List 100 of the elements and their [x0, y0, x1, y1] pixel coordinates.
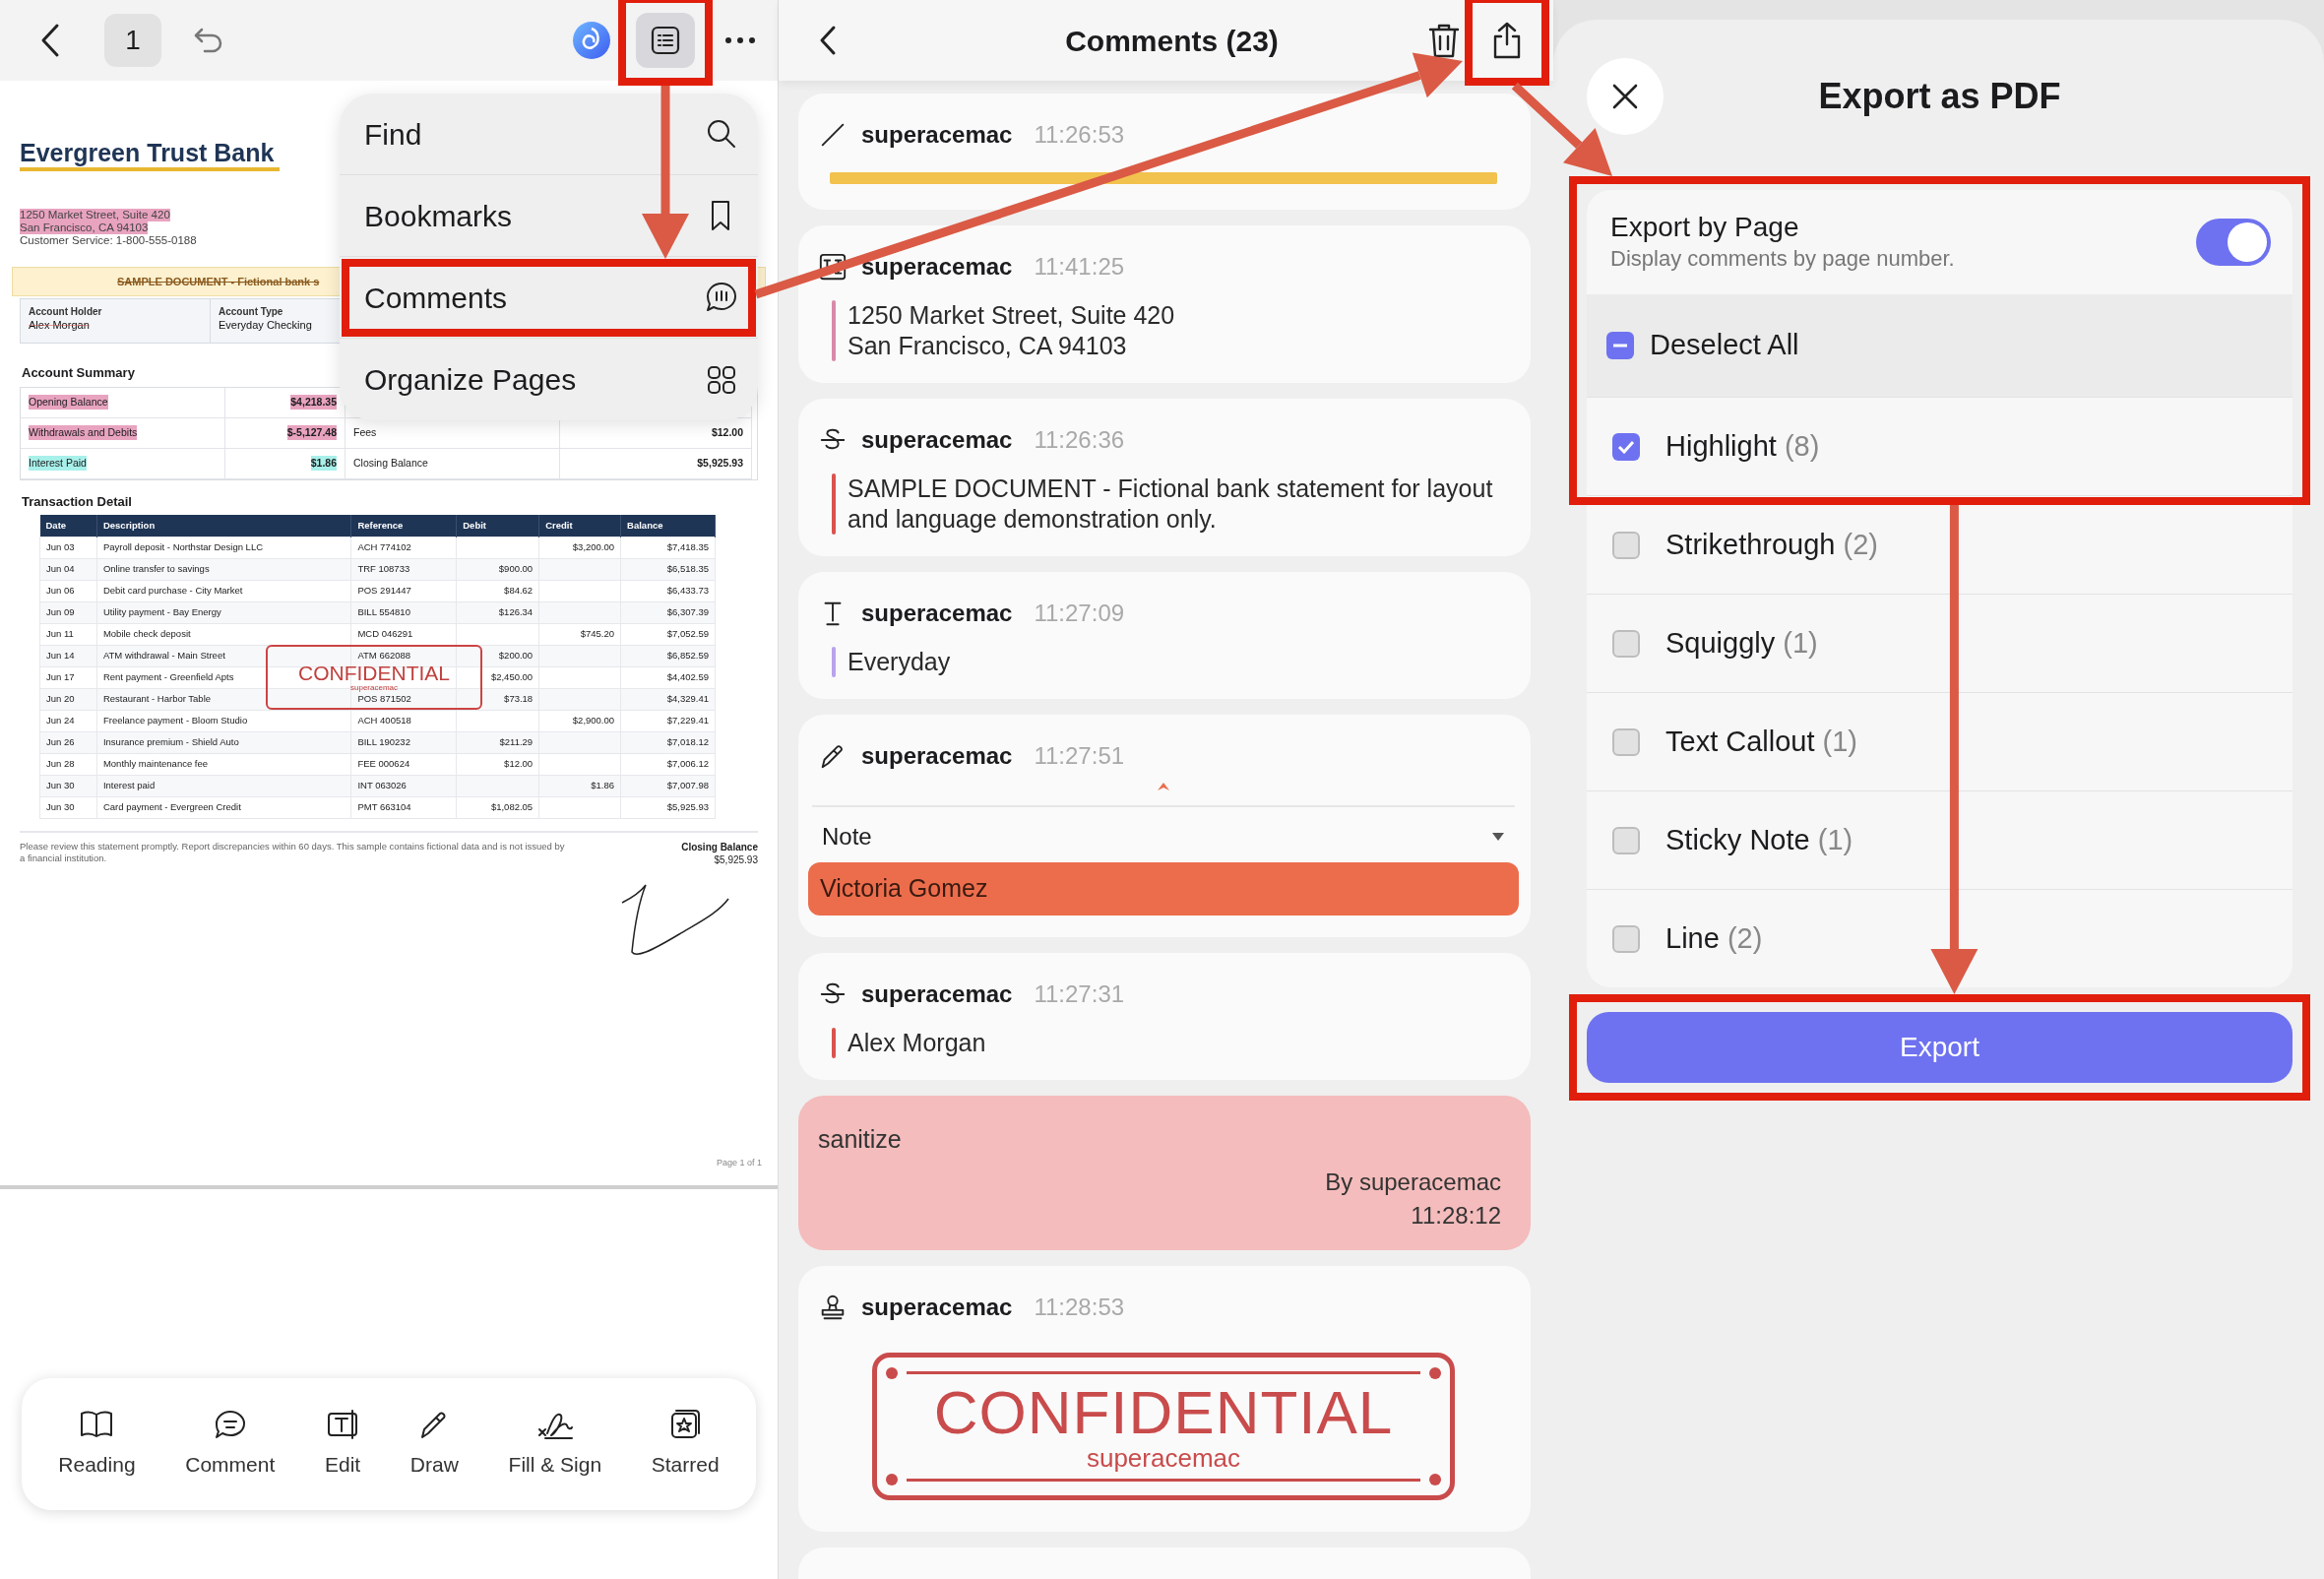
comment-time: 11:27:51 — [1034, 741, 1125, 771]
undo-icon — [193, 26, 224, 55]
comment-card[interactable]: sanitize By superacemac 11:28:12 — [798, 1095, 1531, 1250]
table-cell: Jun 24 — [39, 710, 97, 731]
table-cell: Insurance premium - Shield Auto — [96, 731, 351, 753]
table-cell: $7,418.35 — [620, 537, 716, 558]
undo-button[interactable] — [193, 26, 224, 55]
summary-cell-text: $12.00 — [711, 424, 743, 440]
info-value: Everyday Checking — [219, 318, 313, 332]
table-cell: Jun 14 — [39, 645, 97, 666]
column-header: Debit — [456, 515, 539, 537]
table-cell: $4,402.59 — [620, 666, 716, 688]
field-label: Note — [822, 822, 872, 852]
table-cell: Jun 30 — [39, 775, 97, 796]
export-button[interactable]: Export — [1587, 1012, 2293, 1083]
comment-card[interactable]: superacemac 11:26:53 — [798, 94, 1531, 210]
delete-button[interactable] — [1427, 22, 1461, 59]
type-label: Highlight (8) — [1665, 428, 1820, 464]
table-cell: Jun 03 — [39, 537, 97, 558]
comment-time: 11:26:36 — [1034, 425, 1125, 455]
sheet-title: Export as PDF — [1817, 75, 2062, 118]
comment-card[interactable]: superacemac 11:26:36 SAMPLE DOCUMENT - Fictional bank statement for layout and language demonstration only. — [798, 399, 1531, 556]
checkbox[interactable] — [1612, 826, 1640, 854]
type-label: Squiggly (1) — [1665, 625, 1818, 661]
checkbox[interactable] — [1612, 727, 1640, 756]
checkbox[interactable] — [1612, 629, 1640, 658]
outline-button[interactable] — [636, 13, 695, 68]
menu-item[interactable]: Find — [340, 94, 758, 175]
comment-card[interactable]: superacemac 11:28:53 CONFIDENTIAL superacemac — [798, 1266, 1531, 1532]
stamp-author: superacemac — [350, 682, 398, 692]
table-cell: Payroll deposit - Northstar Design LLC — [96, 537, 351, 558]
quoted-text: Alex Morgan — [848, 1027, 986, 1058]
deselect-all-label[interactable]: Deselect All — [1650, 324, 1799, 367]
table-cell: $7,006.12 — [620, 753, 716, 775]
stamp-title: CONFIDENTIAL — [933, 1381, 1394, 1444]
address-line: Customer Service: 1-800-555-0188 — [20, 234, 197, 247]
summary-cell: Opening Balance — [29, 394, 108, 411]
column-header: Credit — [538, 515, 621, 537]
table-cell: $6,433.73 — [620, 580, 716, 601]
back-button[interactable] — [818, 25, 838, 56]
table-cell: $3,200.00 — [538, 537, 621, 558]
table-cell: Utility payment - Bay Energy — [96, 601, 351, 623]
footer-note: Please review this statement promptly. Report discrepancies within 60 days. This sample contains fictional data and is not issued by a financial institution. — [20, 840, 566, 865]
table-cell: Jun 11 — [39, 623, 97, 645]
comment-author: superacemac — [861, 1293, 1013, 1322]
comment-card[interactable]: superacemac 11:27:31 Alex Morgan — [798, 952, 1531, 1080]
tool-button[interactable]: Draw — [406, 1408, 463, 1481]
note-field[interactable]: Victoria Gomez — [808, 862, 1519, 916]
toggle-switch[interactable] — [2196, 219, 2271, 266]
table-cell: $745.20 — [538, 623, 621, 645]
back-button[interactable] — [39, 23, 61, 58]
more-button[interactable] — [724, 36, 756, 44]
corner-dot — [1429, 1367, 1441, 1379]
table-cell: $7,052.59 — [620, 623, 716, 645]
page-number[interactable]: 1 — [104, 14, 161, 67]
comment-card[interactable]: superacemac 11:27:51 Note Victoria Gomez — [798, 715, 1531, 937]
panel-title: Comments (23) — [1064, 23, 1280, 59]
search-icon — [705, 117, 738, 151]
quoted-text: 1250 Market Street, Suite 420 San Francisco, CA 94103 — [848, 300, 1175, 361]
comment-card[interactable]: superacemac 11:27:09 Everyday — [798, 572, 1531, 699]
table-cell: Card payment - Evergreen Credit — [96, 796, 351, 818]
assistant-button[interactable] — [571, 20, 612, 61]
checkbox[interactable] — [1612, 924, 1640, 953]
table-cell: Jun 20 — [39, 688, 97, 710]
tool-button[interactable]: Reading — [54, 1408, 140, 1481]
comment-text: sanitize — [818, 1123, 903, 1155]
table-cell: Jun 26 — [39, 731, 97, 753]
type-label: Text Callout (1) — [1665, 724, 1858, 759]
menu-item[interactable]: Comments — [340, 257, 758, 339]
minus-checkbox-icon[interactable] — [1606, 332, 1634, 359]
closing-value: $5,925.93 — [713, 853, 758, 866]
summary-cell-text: Closing Balance — [353, 455, 428, 471]
tool-button[interactable]: Edit — [321, 1408, 365, 1481]
chevron-left-icon — [818, 25, 838, 56]
option-description: Display comments by page number. — [1610, 245, 1955, 273]
comment-card[interactable]: superacemac 11:41:25 1250 Market Street, Suite 420 San Francisco, CA 94103 — [798, 225, 1531, 383]
checkbox[interactable] — [1612, 531, 1640, 559]
column-header: Balance — [620, 515, 716, 537]
tool-button[interactable]: Starred — [647, 1408, 723, 1481]
info-label: Account Type — [219, 305, 284, 318]
info-label: Account Holder — [29, 305, 103, 318]
type-label: Sticky Note (1) — [1665, 822, 1853, 857]
closing-label: Closing Balance — [681, 840, 758, 853]
table-cell: Mobile check deposit — [96, 623, 351, 645]
table-cell: $2,450.00 — [456, 666, 539, 688]
comment-author: superacemac — [861, 425, 1013, 455]
menu-item[interactable]: Organize Pages — [340, 339, 758, 420]
swirl-icon — [571, 20, 612, 61]
table-cell: $84.62 — [456, 580, 539, 601]
tool-button[interactable]: Comment — [181, 1408, 280, 1481]
corner-dot — [886, 1474, 898, 1485]
table-cell: Jun 09 — [39, 601, 97, 623]
tool-button[interactable]: Fill & Sign — [504, 1408, 606, 1481]
corner-dot — [886, 1367, 898, 1379]
dropdown-caret-icon[interactable] — [1491, 832, 1505, 842]
table-cell: Online transfer to savings — [96, 558, 351, 580]
column-header: Description — [96, 515, 351, 537]
table-cell: ACH 400518 — [350, 710, 457, 731]
quoted-text: SAMPLE DOCUMENT - Fictional bank statement for layout and language demonstration only. — [848, 474, 1494, 535]
checkbox[interactable] — [1612, 432, 1640, 461]
